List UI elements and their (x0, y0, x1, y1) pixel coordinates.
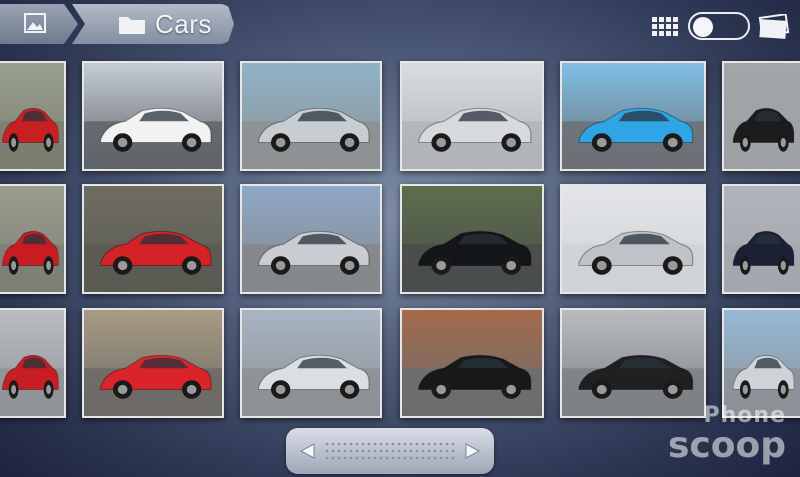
scrubber-grip[interactable] (324, 440, 456, 462)
photo-thumbnail[interactable] (240, 184, 382, 294)
folder-icon (118, 13, 146, 35)
action-bar: Cars (0, 0, 800, 52)
photo-thumbnail[interactable] (722, 61, 800, 171)
watermark-line2: scoop (667, 425, 786, 466)
grid-view-icon[interactable] (650, 15, 680, 37)
grid-scrubber[interactable] (286, 428, 494, 474)
photo-thumbnail[interactable] (0, 61, 66, 171)
toggle-knob (693, 17, 713, 37)
photo-thumbnail[interactable] (722, 184, 800, 294)
view-mode-toggle[interactable] (688, 12, 750, 40)
arrow-right-icon[interactable] (464, 442, 482, 460)
photo-thumbnail[interactable] (240, 61, 382, 171)
photo-thumbnail[interactable] (560, 184, 706, 294)
photo-thumbnail[interactable] (560, 61, 706, 171)
photo-thumbnail[interactable] (82, 184, 224, 294)
gallery-icon (24, 13, 46, 33)
photo-thumbnail[interactable] (82, 61, 224, 171)
photo-thumbnail[interactable] (400, 61, 544, 171)
photo-thumbnail[interactable] (400, 308, 544, 418)
watermark: Phone scoop (668, 401, 786, 464)
photo-thumbnail[interactable] (240, 308, 382, 418)
photo-thumbnail[interactable] (0, 184, 66, 294)
arrow-left-icon[interactable] (298, 442, 316, 460)
stack-view-icon[interactable] (757, 13, 791, 40)
photo-thumbnail[interactable] (400, 184, 544, 294)
photo-thumbnail[interactable] (82, 308, 224, 418)
photo-thumbnail[interactable] (0, 308, 66, 418)
album-title: Cars (155, 9, 212, 39)
